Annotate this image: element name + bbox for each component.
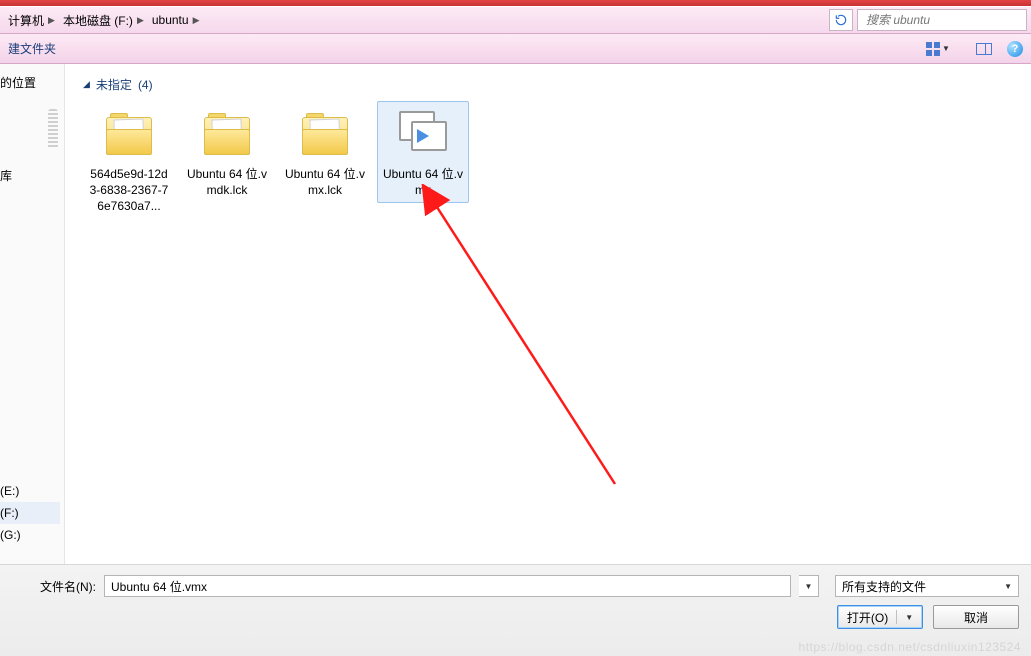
filter-label: 所有支持的文件 [842, 578, 926, 595]
file-item[interactable]: Ubuntu 64 位.vmdk.lck [181, 101, 273, 203]
preview-pane-button[interactable] [967, 38, 1001, 60]
file-label: 564d5e9d-12d3-6838-2367-76e7630a7... [86, 166, 172, 215]
sidebar-drive-g[interactable]: (G:) [0, 524, 60, 546]
sidebar-item-libraries[interactable]: 库 [0, 163, 60, 188]
filename-label: 文件名(N): [40, 578, 96, 595]
search-box[interactable] [857, 9, 1027, 31]
address-bar: 计算机 ▶ 本地磁盘 (F:) ▶ ubuntu ▶ [0, 6, 1031, 34]
help-button[interactable]: ? [1007, 41, 1023, 57]
bottom-panel: 文件名(N): ▼ 所有支持的文件 ▼ 打开(O) ▼ 取消 https://b… [0, 564, 1031, 656]
titlebar-fragment [0, 0, 1031, 6]
file-label: Ubuntu 64 位.vmdk.lck [184, 166, 270, 198]
breadcrumb-computer[interactable]: 计算机 ▶ [4, 9, 59, 31]
file-label: Ubuntu 64 位.vmx.lck [282, 166, 368, 198]
chevron-down-icon: ▼ [805, 582, 813, 591]
vmx-file-icon [395, 106, 451, 162]
filename-input[interactable] [104, 575, 791, 597]
breadcrumb-drive[interactable]: 本地磁盘 (F:) ▶ [59, 9, 148, 31]
folder-icon [199, 106, 255, 162]
refresh-icon [834, 13, 848, 27]
group-count: (4) [138, 78, 153, 92]
cancel-button[interactable]: 取消 [933, 605, 1019, 629]
sidebar-item-favorites[interactable]: 的位置 [0, 70, 60, 95]
breadcrumb-label: 计算机 [8, 12, 44, 29]
filename-dropdown-button[interactable]: ▼ [799, 575, 819, 597]
chevron-right-icon: ▶ [193, 15, 200, 26]
open-button-label: 打开(O) [847, 609, 888, 626]
search-input[interactable] [866, 13, 1023, 27]
chevron-down-icon: ▼ [905, 613, 913, 622]
group-name: 未指定 [96, 76, 132, 93]
chevron-right-icon: ▶ [48, 15, 55, 26]
breadcrumb-label: 本地磁盘 (F:) [63, 12, 133, 29]
filetype-filter-select[interactable]: 所有支持的文件 ▼ [835, 575, 1019, 597]
refresh-button[interactable] [829, 9, 853, 31]
toolbar: 建文件夹 ▼ ? [0, 34, 1031, 64]
sidebar: 的位置 库 (E:) (F:) (G:) [0, 64, 65, 564]
chevron-down-icon: ▼ [1004, 582, 1012, 591]
sidebar-grip[interactable] [48, 109, 58, 149]
annotation-arrow [415, 184, 655, 504]
folder-icon [297, 106, 353, 162]
sidebar-drive-e[interactable]: (E:) [0, 480, 60, 502]
folder-icon [101, 106, 157, 162]
breadcrumb-folder[interactable]: ubuntu ▶ [148, 9, 204, 31]
open-button[interactable]: 打开(O) ▼ [837, 605, 923, 629]
chevron-down-icon: ▼ [942, 44, 950, 53]
watermark-text: https://blog.csdn.net/csdnliuxin123524 [799, 640, 1021, 654]
file-item-selected[interactable]: Ubuntu 64 位.vmx [377, 101, 469, 203]
view-mode-button[interactable]: ▼ [915, 38, 961, 60]
pane-icon [976, 43, 992, 55]
file-list-area: ◢ 未指定 (4) 564d5e9d-12d3-6838-2367-76e763… [65, 64, 1031, 564]
file-item[interactable]: Ubuntu 64 位.vmx.lck [279, 101, 371, 203]
file-label: Ubuntu 64 位.vmx [380, 166, 466, 198]
sidebar-drive-f[interactable]: (F:) [0, 502, 60, 524]
file-item[interactable]: 564d5e9d-12d3-6838-2367-76e7630a7... [83, 101, 175, 220]
split-divider [896, 610, 897, 624]
cancel-button-label: 取消 [964, 609, 988, 626]
collapse-chevron-icon: ◢ [83, 79, 90, 90]
tiles-icon [926, 42, 940, 56]
new-folder-button[interactable]: 建文件夹 [0, 37, 64, 60]
group-header[interactable]: ◢ 未指定 (4) [83, 76, 1013, 93]
chevron-right-icon: ▶ [137, 15, 144, 26]
breadcrumb-label: ubuntu [152, 13, 189, 27]
